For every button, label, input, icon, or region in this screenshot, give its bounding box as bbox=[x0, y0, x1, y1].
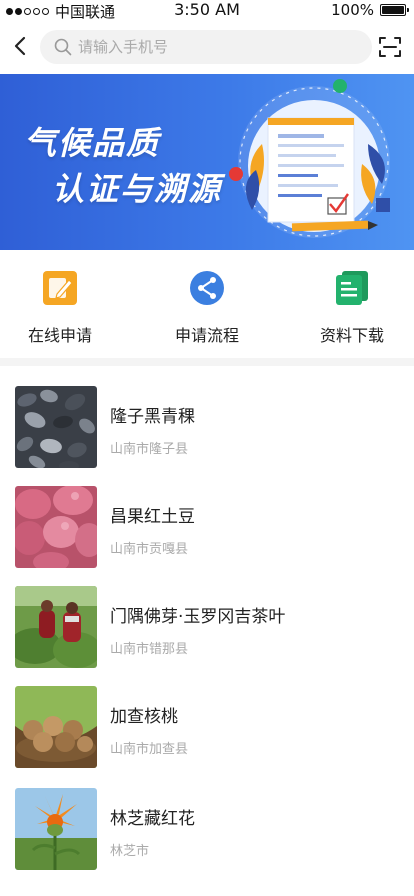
section-divider bbox=[0, 358, 414, 366]
product-name: 门隅佛芽·玉罗冈吉茶叶 bbox=[110, 607, 286, 627]
black-barley-photo bbox=[15, 386, 97, 468]
action-shortcuts: 在线申请 申请流程 资料下载 bbox=[0, 250, 414, 358]
search-icon bbox=[54, 38, 72, 56]
document-icon bbox=[336, 271, 368, 305]
apply-process-label: 申请流程 bbox=[174, 326, 239, 345]
product-name: 昌果红土豆 bbox=[110, 507, 195, 527]
process-icon bbox=[190, 271, 224, 305]
walnut-photo bbox=[15, 686, 97, 768]
list-item[interactable]: 加查核桃 山南市加查县 bbox=[0, 666, 414, 768]
online-apply-button[interactable]: 在线申请 bbox=[0, 270, 120, 346]
red-potato-photo bbox=[15, 486, 97, 568]
banner-title-line1: 气候品质 bbox=[24, 124, 161, 162]
apply-process-button[interactable]: 申请流程 bbox=[147, 270, 267, 346]
list-item[interactable]: 昌果红土豆 山南市贡嘎县 bbox=[0, 466, 414, 568]
promo-banner[interactable]: 气候品质 认证与溯源 bbox=[0, 74, 414, 250]
list-item[interactable]: 林芝藏红花 林芝市 bbox=[0, 768, 414, 870]
product-location: 山南市贡嘎县 bbox=[110, 542, 189, 557]
edit-icon bbox=[43, 271, 77, 305]
scan-icon bbox=[379, 37, 401, 57]
back-button[interactable] bbox=[8, 33, 34, 59]
chevron-left-icon bbox=[14, 36, 26, 56]
product-name: 林芝藏红花 bbox=[110, 809, 195, 829]
scan-button[interactable] bbox=[378, 35, 402, 59]
status-bar: 中国联通 3:50 AM 100% bbox=[0, 0, 414, 21]
banner-title-line2: 认证与溯源 bbox=[52, 170, 223, 208]
battery-icon bbox=[380, 4, 409, 16]
document-download-label: 资料下载 bbox=[319, 326, 384, 345]
safflower-photo bbox=[15, 788, 97, 870]
product-location: 山南市隆子县 bbox=[110, 442, 189, 457]
battery-percent: 100% bbox=[331, 1, 374, 19]
phone-search-input[interactable] bbox=[78, 30, 358, 64]
certificate-illustration bbox=[229, 79, 390, 238]
document-download-button[interactable]: 资料下载 bbox=[292, 270, 412, 346]
product-name: 加查核桃 bbox=[110, 707, 178, 727]
product-location: 林芝市 bbox=[110, 844, 150, 859]
battery-info: 100% bbox=[331, 1, 409, 19]
online-apply-label: 在线申请 bbox=[27, 326, 92, 345]
search-bar[interactable] bbox=[40, 30, 372, 64]
list-item[interactable]: 门隅佛芽·玉罗冈吉茶叶 山南市错那县 bbox=[0, 566, 414, 668]
product-location: 山南市加查县 bbox=[110, 742, 189, 757]
product-location: 山南市错那县 bbox=[110, 642, 189, 657]
tea-picking-photo bbox=[15, 586, 97, 668]
list-item[interactable]: 隆子黑青稞 山南市隆子县 bbox=[0, 366, 414, 468]
product-name: 隆子黑青稞 bbox=[110, 407, 195, 427]
search-header bbox=[0, 20, 414, 74]
